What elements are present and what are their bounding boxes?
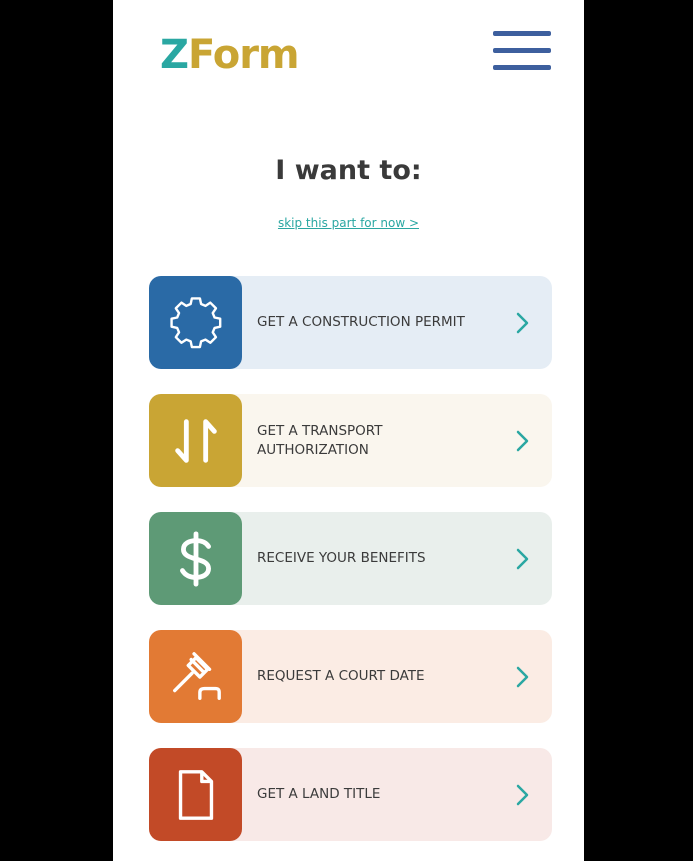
logo-form: Form <box>188 32 300 78</box>
option-label: REQUEST A COURT DATE <box>257 668 425 684</box>
option-construction-permit[interactable]: GET A CONSTRUCTION PERMIT <box>149 276 552 369</box>
chevron-right-icon <box>516 784 529 806</box>
options-list: GET A CONSTRUCTION PERMIT GET A TRANSPOR… <box>149 276 552 861</box>
transfer-arrows-icon <box>174 418 217 463</box>
option-icon-box <box>149 394 242 487</box>
option-icon-box <box>149 748 242 841</box>
option-icon-box <box>149 276 242 369</box>
gear-icon <box>169 296 221 348</box>
gavel-icon <box>172 651 221 700</box>
option-label: RECEIVE YOUR BENEFITS <box>257 550 426 566</box>
option-label: GET A LAND TITLE <box>257 786 381 802</box>
app-screen: ZForm I want to: skip this part for now … <box>113 0 584 861</box>
document-icon <box>178 769 213 820</box>
option-icon-box <box>149 512 242 605</box>
option-label: GET A TRANSPORT AUTHORIZATION <box>257 422 383 458</box>
option-icon-box <box>149 630 242 723</box>
chevron-right-icon <box>516 430 529 452</box>
dollar-icon <box>179 530 211 587</box>
option-request-court-date[interactable]: REQUEST A COURT DATE <box>149 630 552 723</box>
page-heading: I want to: <box>275 155 422 186</box>
option-receive-benefits[interactable]: RECEIVE YOUR BENEFITS <box>149 512 552 605</box>
chevron-right-icon <box>516 312 529 334</box>
chevron-right-icon <box>516 548 529 570</box>
option-label: GET A CONSTRUCTION PERMIT <box>257 314 465 330</box>
menu-bar <box>493 48 551 53</box>
logo-z: Z <box>160 32 189 78</box>
menu-bar <box>493 31 551 36</box>
option-land-title[interactable]: GET A LAND TITLE <box>149 748 552 841</box>
zform-logo[interactable]: ZForm <box>160 30 300 80</box>
chevron-right-icon <box>516 666 529 688</box>
skip-link[interactable]: skip this part for now > <box>113 216 584 230</box>
option-transport-authorization[interactable]: GET A TRANSPORT AUTHORIZATION <box>149 394 552 487</box>
hamburger-menu-icon[interactable] <box>493 31 551 73</box>
menu-bar <box>493 65 551 70</box>
